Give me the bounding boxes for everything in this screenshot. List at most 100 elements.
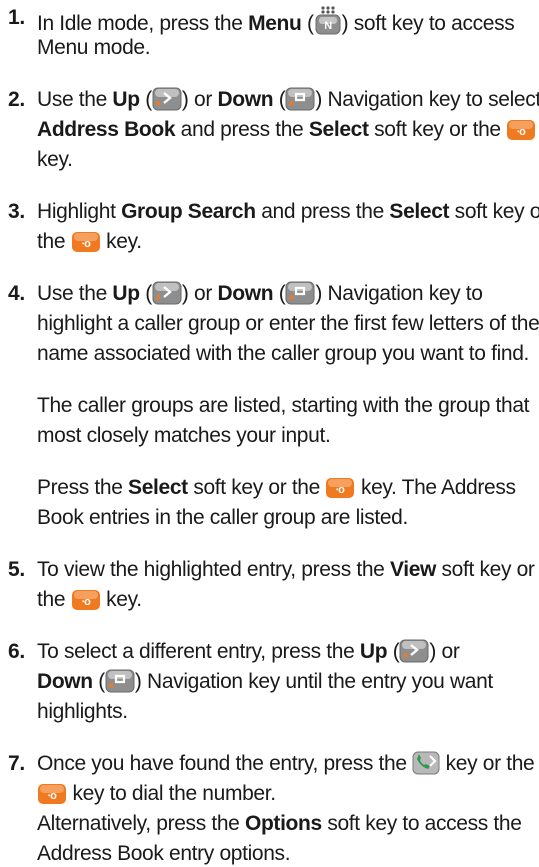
step-number: 6. [8,640,25,663]
emphasis-term: Up [112,282,140,305]
text-run: Book entries in the caller group are lis… [37,506,408,529]
step-text-line: The caller groups are listed, starting w… [37,393,529,419]
text-run: Menu mode. [37,36,151,59]
text-run: soft key to access the [321,812,522,835]
text-run: the [37,230,71,253]
text-run: key. The Address [355,476,516,499]
step-text-line: To view the highlighted entry, press the… [37,557,535,583]
text-run: Press the [37,476,129,499]
text-run: soft key or [436,558,535,581]
text-run: highlights. [37,700,128,723]
step-text-line: the ∙o key. [37,587,142,613]
step-text-line: Menu mode. [37,35,151,61]
step-number: 7. [8,752,25,775]
step-text-line: Once you have found the entry, press the… [37,751,535,777]
step-text-line: highlight a caller group or enter the fi… [37,311,539,337]
text-run: and press the [255,200,390,223]
step-text-line: most closely matches your input. [37,423,331,449]
step-text-line: Address Book and press the Select soft k… [37,117,536,143]
step-text-line: Use the Up ( ) or Down ( ) Navigation key … [37,281,483,307]
text-run: To view the highlighted entry, press the [37,558,390,581]
text-run: Address Book entry options. [37,842,291,865]
step-text-line: Address Book entry options. [37,841,291,867]
emphasis-term: Options [244,812,322,835]
text-run: key. [37,148,73,171]
step-number: 4. [8,282,25,305]
emphasis-term: Select [389,200,450,223]
down-navigation-key-icon [285,281,315,305]
svg-text:∙o: ∙o [47,790,57,802]
text-run: soft key or the [368,118,507,141]
text-run: key to dial the number. [67,782,276,805]
emphasis-term: Address Book [37,118,176,141]
svg-text:∙o: ∙o [336,484,346,496]
down-navigation-key-icon [105,669,135,693]
emphasis-term: Select [128,476,188,499]
text-run: Alternatively, press the [37,812,245,835]
text-run: ( [273,282,286,305]
step-text-line: Down () Navigation key until the entry y… [37,669,493,695]
text-run: ) soft key to access [341,12,515,35]
emphasis-term: View [389,558,437,581]
text-run: ) Navigation key until the entry you wan… [134,670,493,693]
step-number: 2. [8,88,25,111]
text-run: highlight a caller group or enter the fi… [37,312,539,335]
text-run: key. [100,588,142,611]
text-run: In Idle mode, press the [37,12,249,35]
step-number: 5. [8,558,25,581]
svg-text:∙o: ∙o [81,238,91,250]
step-text-line: Alternatively, press the Options soft ke… [37,811,522,837]
step-text-line: ∙o key to dial the number. [37,781,276,807]
text-run: ( [301,12,314,35]
emphasis-term: Up [359,640,388,663]
select-center-key-icon: ∙o [71,231,101,253]
step-text-line: key. [37,147,73,173]
text-run: Once you have found the entry, press the [37,752,413,775]
text-run: key or the [440,752,535,775]
text-run: ) or [181,88,218,111]
emphasis-term: Up [112,88,140,111]
step-text-line: In Idle mode, press the Menu ( N ) soft ke… [37,5,515,37]
text-run: ) or [181,282,218,305]
text-run: name associated with the caller group yo… [37,342,530,365]
emphasis-term: Down [217,88,274,111]
emphasis-term: Down [37,670,93,693]
text-run: soft key or the [187,476,326,499]
select-center-key-icon: ∙o [37,783,67,805]
svg-text:N: N [324,20,332,32]
svg-text:∙o: ∙o [81,596,91,608]
svg-text:∙o: ∙o [517,126,527,138]
down-navigation-key-icon [285,87,315,111]
text-run: ( [139,88,152,111]
up-navigation-key-icon [152,87,182,111]
up-navigation-key-icon [152,281,182,305]
step-number: 1. [8,6,25,29]
step-text-line: Press the Select soft key or the ∙o key.… [37,475,516,501]
emphasis-term: Down [217,282,274,305]
select-center-key-icon: ∙o [325,477,355,499]
select-center-key-icon: ∙o [71,589,101,611]
text-run: Use the [37,282,113,305]
step-text-line: Book entries in the caller group are lis… [37,505,408,531]
text-run: ) Navigation key to [315,282,483,305]
text-run: the [37,588,71,611]
text-run: ) or [429,640,460,663]
step-text-line: Use the Up () or Down () Navigation key … [37,87,539,113]
step-text-line: the ∙o key. [37,229,142,255]
step-text-line: highlights. [37,699,128,725]
up-navigation-key-icon [399,639,429,663]
text-run: soft key or [449,200,539,223]
emphasis-term: Menu [248,12,302,35]
text-run: and press the [175,118,309,141]
text-run: ( [139,282,152,305]
text-run: key. [100,230,142,253]
text-run: Use the [37,88,113,111]
step-text-line: To select a different entry, press the U… [37,639,460,665]
select-center-key-icon: ∙o [506,119,536,141]
step-text-line: name associated with the caller group yo… [37,341,529,367]
step-text-line: Highlight Group Search and press the Sel… [37,199,539,225]
text-run: To select a different entry, press the [37,640,360,663]
text-run: Highlight [37,200,122,223]
text-run: most closely matches your input. [37,424,331,447]
text-run: ) Navigation key to select [315,88,539,111]
